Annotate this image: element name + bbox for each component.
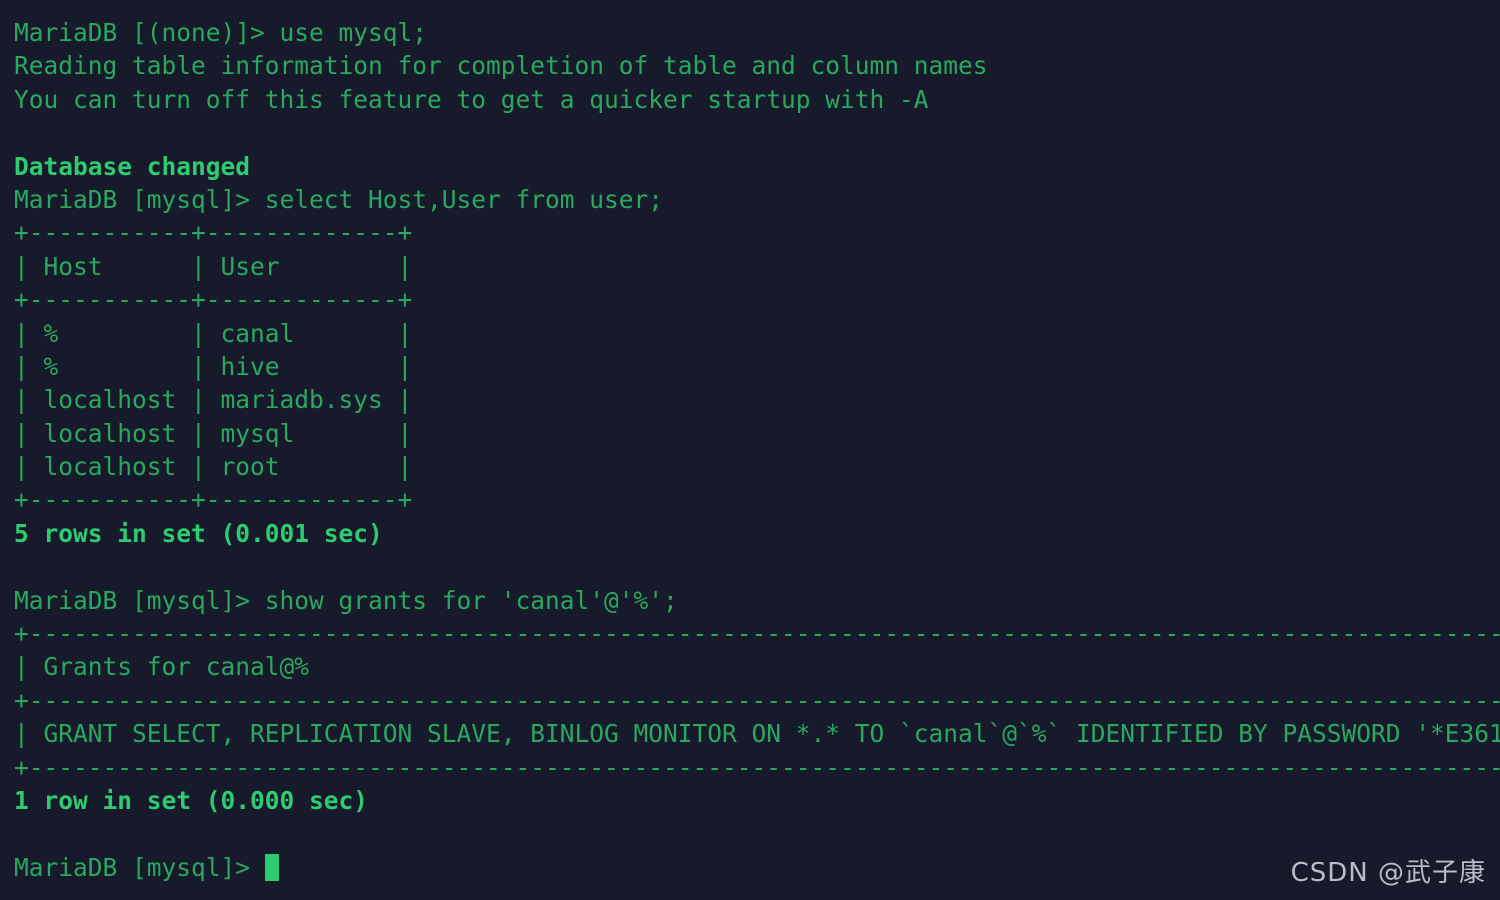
terminal-line-text: +-----------+-------------+ — [14, 485, 413, 515]
terminal-line-reading-table-info: Reading table information for completion… — [14, 49, 1500, 82]
terminal-line-text: MariaDB [mysql]> select Host,User from u… — [14, 184, 664, 214]
terminal-line-grants-table-header: | Grants for canal@% | — [14, 650, 1500, 683]
text-cursor — [264, 853, 279, 881]
terminal-line-prompt-current: MariaDB [mysql]> — [14, 851, 1500, 884]
terminal-line-text: +-----------+-------------+ — [14, 218, 413, 248]
terminal-line-grants-table-sep: +---------------------------------------… — [14, 684, 1500, 717]
terminal-line-user-table-header: | Host | User | — [14, 250, 1500, 283]
terminal-line-user-table-bottom: +-----------+-------------+ — [14, 483, 1500, 516]
terminal-line-user-table-top: +-----------+-------------+ — [14, 216, 1500, 249]
terminal-line-grants-row-1: | GRANT SELECT, REPLICATION SLAVE, BINLO… — [14, 717, 1500, 750]
terminal-line-text: +---------------------------------------… — [14, 752, 1500, 782]
terminal-line-rows-in-set-1: 1 row in set (0.000 sec) — [14, 784, 1500, 817]
terminal-line-user-row-canal: | % | canal | — [14, 317, 1500, 350]
terminal-line-grants-table-top: +---------------------------------------… — [14, 617, 1500, 650]
terminal-line-text: | localhost | mysql | — [14, 418, 413, 448]
terminal-line-cmd-select-host-user: MariaDB [mysql]> select Host,User from u… — [14, 183, 1500, 216]
terminal-line-cmd-use-mysql: MariaDB [(none)]> use mysql; — [14, 16, 1500, 49]
terminal-line-blank-1 — [14, 116, 1500, 149]
terminal-line-text: | Host | User | — [14, 251, 413, 281]
terminal-line-user-row-mariadb-sys: | localhost | mariadb.sys | — [14, 383, 1500, 416]
terminal-line-text: +---------------------------------------… — [14, 685, 1500, 715]
terminal-window[interactable]: MariaDB [(none)]> use mysql; Reading tabl… — [0, 0, 1500, 900]
terminal-line-text — [14, 552, 29, 581]
terminal-line-text: | GRANT SELECT, REPLICATION SLAVE, BINLO… — [14, 719, 1500, 749]
terminal-line-text: | % | hive | — [14, 351, 413, 381]
terminal-line-text: Database changed — [14, 151, 251, 181]
terminal-line-cmd-show-grants: MariaDB [mysql]> show grants for 'canal'… — [14, 584, 1500, 617]
terminal-line-user-row-hive: | % | hive | — [14, 350, 1500, 383]
terminal-line-text: 1 row in set (0.000 sec) — [14, 785, 369, 815]
terminal-line-blank-3 — [14, 817, 1500, 850]
terminal-line-turn-off-feature: You can turn off this feature to get a q… — [14, 83, 1500, 116]
terminal-line-text: | Grants for canal@% | — [14, 652, 1500, 682]
terminal-line-text: | % | canal | — [14, 318, 413, 348]
terminal-line-text: MariaDB [(none)]> use mysql; — [14, 18, 428, 47]
terminal-line-database-changed: Database changed — [14, 150, 1500, 183]
terminal-line-grants-table-bottom: +---------------------------------------… — [14, 751, 1500, 784]
terminal-line-user-row-mysql: | localhost | mysql | — [14, 417, 1500, 450]
terminal-line-text: | localhost | mariadb.sys | — [14, 385, 413, 415]
terminal-line-rows-in-set-5: 5 rows in set (0.001 sec) — [14, 517, 1500, 550]
csdn-watermark: CSDN @武子康 — [1290, 857, 1486, 888]
terminal-line-user-table-sep: +-----------+-------------+ — [14, 283, 1500, 316]
terminal-line-text — [14, 819, 29, 848]
terminal-line-text: 5 rows in set (0.001 sec) — [14, 518, 383, 548]
terminal-line-text: +---------------------------------------… — [14, 619, 1500, 649]
terminal-line-text: MariaDB [mysql]> — [14, 852, 265, 882]
terminal-line-text: +-----------+-------------+ — [14, 285, 413, 315]
terminal-line-text: You can turn off this feature to get a q… — [14, 84, 929, 114]
terminal-line-text — [14, 118, 29, 147]
terminal-line-blank-2 — [14, 550, 1500, 583]
terminal-line-text: MariaDB [mysql]> show grants for 'canal'… — [14, 585, 678, 615]
terminal-line-text: Reading table information for completion… — [14, 51, 988, 81]
terminal-line-text: | localhost | root | — [14, 452, 413, 482]
terminal-output: MariaDB [(none)]> use mysql; Reading tabl… — [14, 16, 1500, 884]
terminal-line-user-row-root: | localhost | root | — [14, 450, 1500, 483]
